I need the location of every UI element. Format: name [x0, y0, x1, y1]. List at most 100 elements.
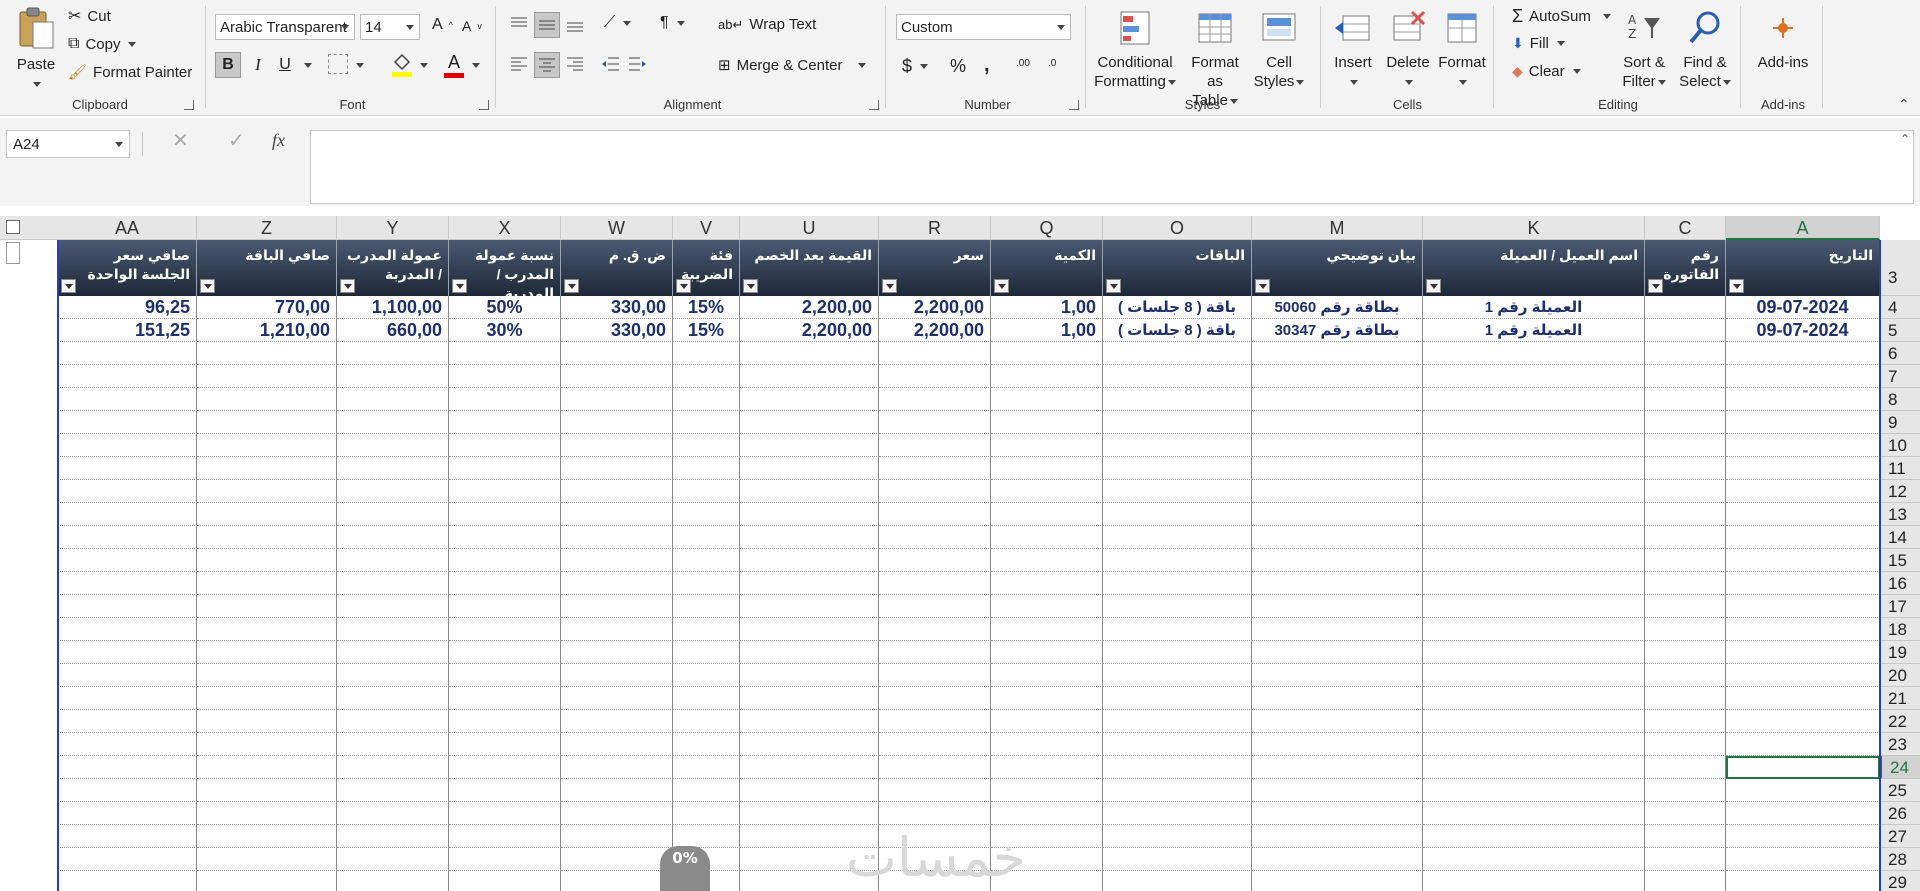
cell-r25[interactable]: [879, 779, 991, 802]
cell-k11[interactable]: [1423, 457, 1645, 480]
cell-y22[interactable]: [337, 710, 449, 733]
cell-z25[interactable]: [197, 779, 337, 802]
formula-input[interactable]: [310, 130, 1914, 204]
select-all-corner[interactable]: [0, 216, 58, 240]
column-header-aa[interactable]: AA: [58, 216, 197, 240]
cell-o18[interactable]: [1103, 618, 1252, 641]
cell-w14[interactable]: [561, 526, 673, 549]
cell-a28[interactable]: [1726, 848, 1880, 871]
cell-aa27[interactable]: [58, 825, 197, 848]
cell-z4[interactable]: 770,00: [197, 296, 337, 319]
cell-k29[interactable]: [1423, 871, 1645, 891]
filter-dropdown-icon[interactable]: [564, 279, 579, 293]
font-color-dropdown-icon[interactable]: [472, 63, 480, 68]
cell-v21[interactable]: [673, 687, 740, 710]
grow-font-button[interactable]: A ^: [432, 16, 453, 34]
cell-c22[interactable]: [1645, 710, 1726, 733]
cell-a14[interactable]: [1726, 526, 1880, 549]
cell-o13[interactable]: [1103, 503, 1252, 526]
conditional-formatting-button[interactable]: Conditional Formatting: [1090, 8, 1180, 91]
cell-m19[interactable]: [1252, 641, 1423, 664]
cell-x21[interactable]: [449, 687, 561, 710]
cell-o24[interactable]: [1103, 756, 1252, 779]
cell-u20[interactable]: [740, 664, 879, 687]
cell-k19[interactable]: [1423, 641, 1645, 664]
cell-aa28[interactable]: [58, 848, 197, 871]
font-launcher-icon[interactable]: [479, 100, 489, 110]
cell-u5[interactable]: 2,200,00: [740, 319, 879, 342]
cell-y16[interactable]: [337, 572, 449, 595]
cell-z18[interactable]: [197, 618, 337, 641]
decrease-indent-icon[interactable]: [600, 54, 622, 74]
cell-aa10[interactable]: [58, 434, 197, 457]
row-header[interactable]: 3: [1880, 240, 1920, 296]
cell-r18[interactable]: [879, 618, 991, 641]
cell-y6[interactable]: [337, 342, 449, 365]
fill-color-button[interactable]: [390, 52, 414, 78]
cell-aa29[interactable]: [58, 871, 197, 891]
cell-m11[interactable]: [1252, 457, 1423, 480]
filter-dropdown-icon[interactable]: [1729, 279, 1744, 293]
row-header[interactable]: 16: [1880, 572, 1920, 595]
column-header-q[interactable]: Q: [991, 216, 1103, 240]
cell-o23[interactable]: [1103, 733, 1252, 756]
cell-z9[interactable]: [197, 411, 337, 434]
cell-x19[interactable]: [449, 641, 561, 664]
cell-z15[interactable]: [197, 549, 337, 572]
row-header[interactable]: 27: [1880, 825, 1920, 848]
cell-a11[interactable]: [1726, 457, 1880, 480]
cell-m25[interactable]: [1252, 779, 1423, 802]
cell-z17[interactable]: [197, 595, 337, 618]
cell-q15[interactable]: [991, 549, 1103, 572]
cell-c7[interactable]: [1645, 365, 1726, 388]
align-right-icon[interactable]: [564, 54, 586, 74]
cell-x12[interactable]: [449, 480, 561, 503]
cell-o9[interactable]: [1103, 411, 1252, 434]
cell-w18[interactable]: [561, 618, 673, 641]
cell-c20[interactable]: [1645, 664, 1726, 687]
addins-button[interactable]: Add-ins: [1745, 12, 1821, 72]
cell-m12[interactable]: [1252, 480, 1423, 503]
font-size-combo[interactable]: 14: [360, 14, 420, 40]
cell-y27[interactable]: [337, 825, 449, 848]
cell-x7[interactable]: [449, 365, 561, 388]
cell-z16[interactable]: [197, 572, 337, 595]
cell-aa8[interactable]: [58, 388, 197, 411]
cell-w28[interactable]: [561, 848, 673, 871]
cell-c10[interactable]: [1645, 434, 1726, 457]
cell-o27[interactable]: [1103, 825, 1252, 848]
cell-r23[interactable]: [879, 733, 991, 756]
row-header[interactable]: 25: [1880, 779, 1920, 802]
cell-k18[interactable]: [1423, 618, 1645, 641]
borders-icon[interactable]: [328, 54, 348, 74]
cell-k5[interactable]: العميلة رقم 1: [1423, 319, 1645, 342]
cell-z22[interactable]: [197, 710, 337, 733]
filter-dropdown-icon[interactable]: [452, 279, 467, 293]
cell-m7[interactable]: [1252, 365, 1423, 388]
cell-q20[interactable]: [991, 664, 1103, 687]
cell-r8[interactable]: [879, 388, 991, 411]
row-header[interactable]: 21: [1880, 687, 1920, 710]
row-header[interactable]: 5: [1880, 319, 1920, 342]
cell-o25[interactable]: [1103, 779, 1252, 802]
cell-u25[interactable]: [740, 779, 879, 802]
cell-z20[interactable]: [197, 664, 337, 687]
cell-k9[interactable]: [1423, 411, 1645, 434]
cell-z7[interactable]: [197, 365, 337, 388]
bold-button[interactable]: B: [215, 52, 241, 78]
cell-v27[interactable]: [673, 825, 740, 848]
cell-k24[interactable]: [1423, 756, 1645, 779]
cell-r15[interactable]: [879, 549, 991, 572]
cell-r24[interactable]: [879, 756, 991, 779]
cell-x8[interactable]: [449, 388, 561, 411]
active-cell[interactable]: [1726, 756, 1880, 779]
cell-k10[interactable]: [1423, 434, 1645, 457]
cell-x10[interactable]: [449, 434, 561, 457]
cell-aa18[interactable]: [58, 618, 197, 641]
cell-z19[interactable]: [197, 641, 337, 664]
cell-w6[interactable]: [561, 342, 673, 365]
cell-q9[interactable]: [991, 411, 1103, 434]
cell-m16[interactable]: [1252, 572, 1423, 595]
cell-k13[interactable]: [1423, 503, 1645, 526]
cell-q25[interactable]: [991, 779, 1103, 802]
